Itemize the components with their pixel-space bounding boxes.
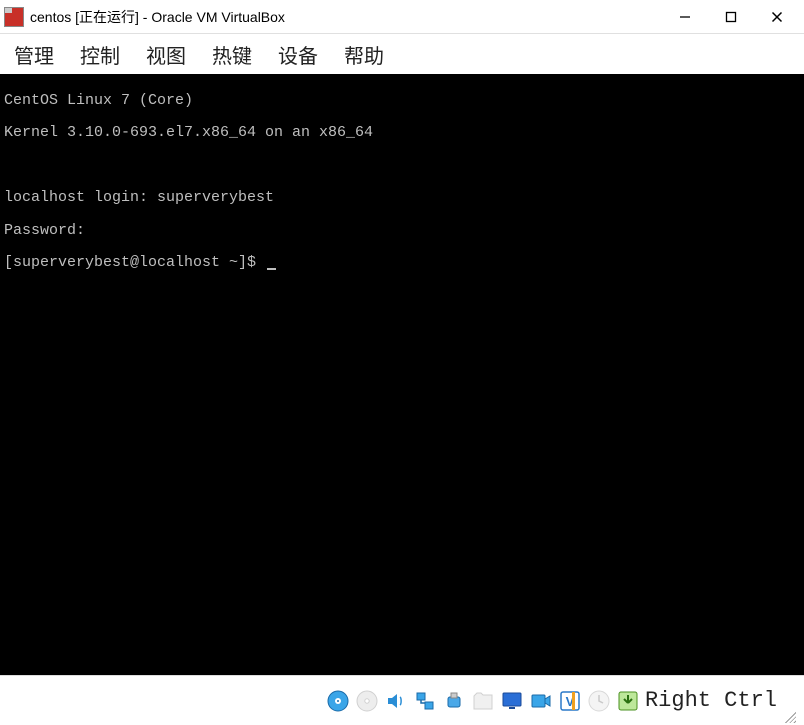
maximize-button[interactable] (708, 1, 754, 33)
virtualbox-app-icon (4, 7, 24, 27)
terminal-prompt-line: [superverybest@localhost ~]$ (4, 255, 800, 271)
menu-devices[interactable]: 设备 (274, 38, 322, 71)
host-key-label: Right Ctrl (645, 688, 777, 713)
menu-hotkeys[interactable]: 热键 (208, 38, 256, 71)
keyboard-capture-icon[interactable] (614, 687, 642, 715)
hard-disk-icon[interactable] (324, 687, 352, 715)
resize-grip[interactable] (782, 709, 796, 723)
menu-help[interactable]: 帮助 (340, 38, 388, 71)
display-icon[interactable] (498, 687, 526, 715)
terminal-line (4, 158, 800, 174)
close-button[interactable] (754, 1, 800, 33)
window-title: centos [正在运行] - Oracle VM VirtualBox (30, 7, 662, 27)
window-titlebar: centos [正在运行] - Oracle VM VirtualBox (0, 0, 804, 34)
recording-icon[interactable] (527, 687, 555, 715)
maximize-icon (725, 11, 737, 23)
menu-view[interactable]: 视图 (142, 38, 190, 71)
audio-icon[interactable] (382, 687, 410, 715)
status-icons-group: V (324, 687, 642, 715)
terminal-line: Password: (4, 223, 800, 239)
terminal-line: CentOS Linux 7 (Core) (4, 93, 800, 109)
menu-control[interactable]: 控制 (76, 38, 124, 71)
shared-folder-icon[interactable] (469, 687, 497, 715)
terminal-line: localhost login: superverybest (4, 190, 800, 206)
usb-icon[interactable] (440, 687, 468, 715)
optical-disc-icon[interactable] (353, 687, 381, 715)
guest-display-terminal[interactable]: CentOS Linux 7 (Core) Kernel 3.10.0-693.… (0, 74, 804, 675)
terminal-line: Kernel 3.10.0-693.el7.x86_64 on an x86_6… (4, 125, 800, 141)
terminal-cursor (267, 268, 276, 270)
guest-additions-icon[interactable]: V (556, 687, 584, 715)
network-icon[interactable] (411, 687, 439, 715)
mouse-integration-icon[interactable] (585, 687, 613, 715)
minimize-button[interactable] (662, 1, 708, 33)
statusbar: V Right Ctrl (0, 675, 804, 725)
close-icon (771, 11, 783, 23)
window-controls (662, 1, 800, 33)
menubar: 管理 控制 视图 热键 设备 帮助 (0, 34, 804, 74)
minimize-icon (679, 11, 691, 23)
menu-manage[interactable]: 管理 (10, 38, 58, 71)
